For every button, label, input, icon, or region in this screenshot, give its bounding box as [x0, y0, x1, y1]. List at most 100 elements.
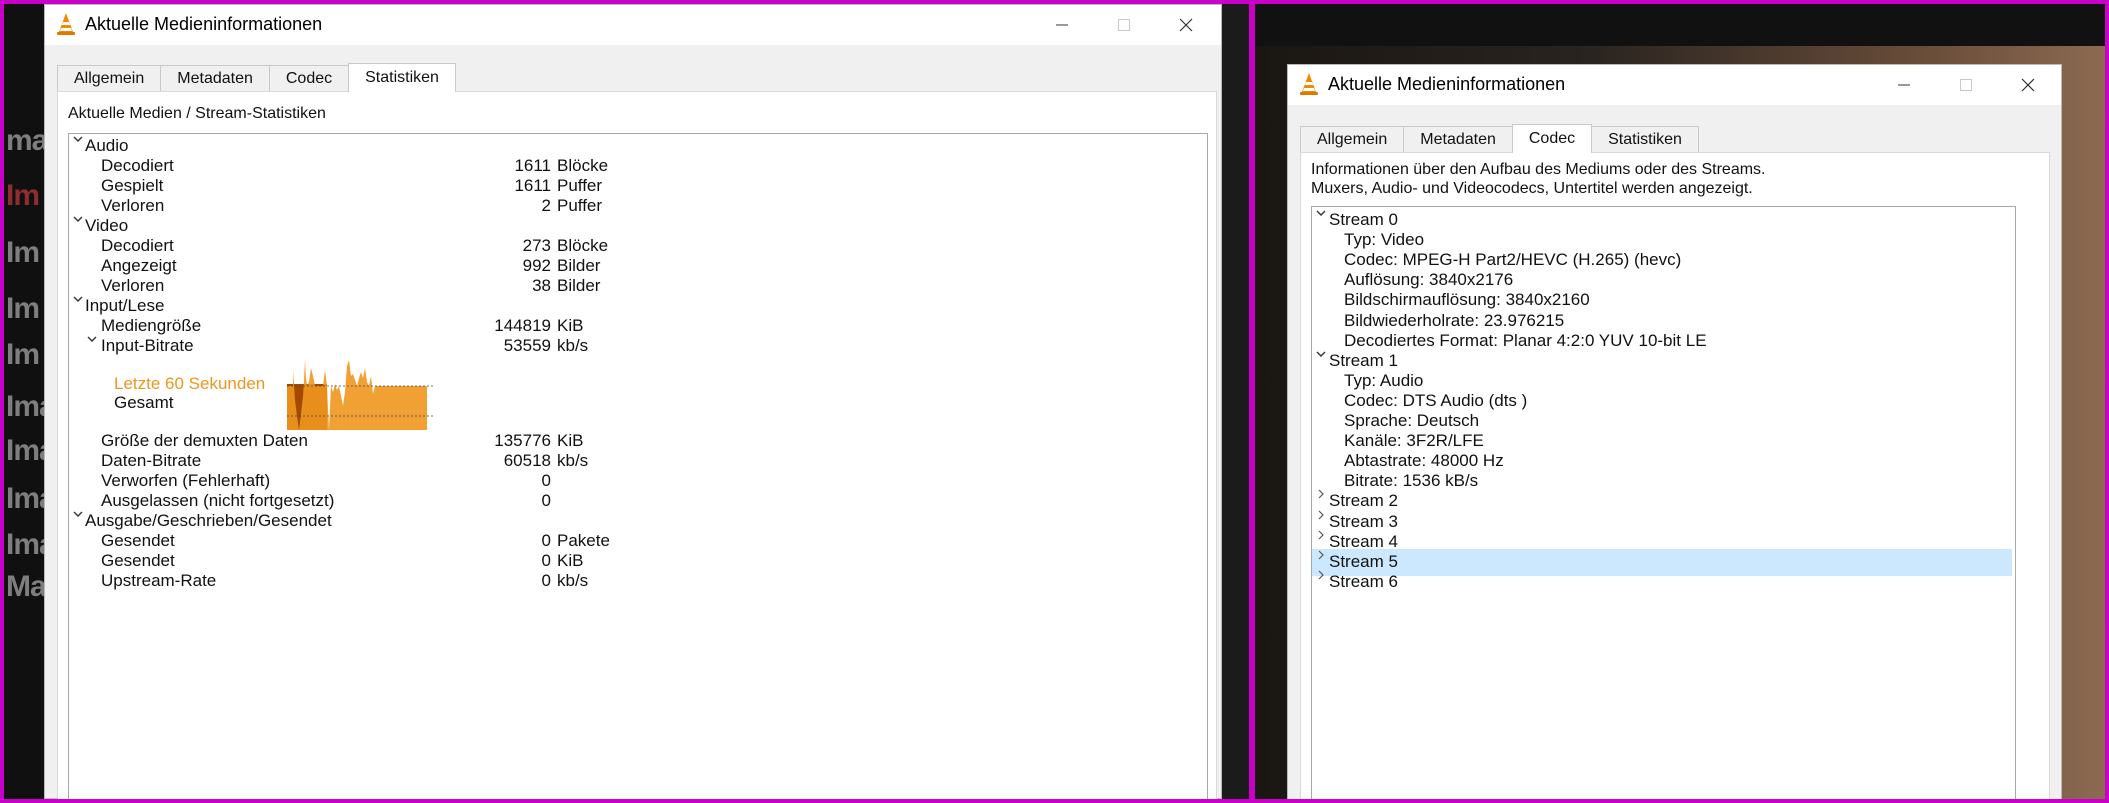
tab-bar: Allgemein Metadaten Codec Statistiken	[1300, 124, 1699, 153]
chevron-right-icon[interactable]	[1316, 489, 1326, 499]
stat-value: 1611	[514, 156, 551, 175]
stat-value: 1611	[514, 176, 551, 195]
stat-value: 0	[541, 571, 551, 590]
tab-bar: Allgemein Metadaten Codec Statistiken	[57, 63, 456, 92]
stat-row-input-bitrate[interactable]: Input-Bitrate 53559 kb/s	[69, 334, 669, 361]
background-text: Im	[6, 236, 40, 269]
stream-row[interactable]: Stream 6	[1312, 569, 2012, 596]
stat-value: 0	[541, 471, 551, 490]
left-screenshot-panel: magImImImImImaImaImaImaMa Aktuelle Medie…	[4, 4, 1249, 799]
group-label: Input/Lese	[85, 296, 165, 315]
media-info-window-codec: Aktuelle Medieninformationen Allgemein Me…	[1287, 64, 2062, 799]
tab-allgemein[interactable]: Allgemein	[1300, 126, 1405, 152]
stat-row-output[interactable]: Upstream-Rate 0 kb/s	[69, 569, 669, 596]
codec-stream-tree[interactable]: Stream 0 Typ: Video Codec: MPEG-H Part2/HE…	[1311, 206, 2016, 799]
video-top-bar	[1255, 4, 2105, 46]
minimize-icon	[1056, 24, 1068, 26]
title-bar[interactable]: Aktuelle Medieninformationen	[45, 5, 1221, 45]
stat-value: 273	[522, 236, 551, 255]
stat-label: Upstream-Rate	[101, 571, 217, 590]
tab-allgemein[interactable]: Allgemein	[57, 65, 162, 91]
stat-unit: Puffer	[557, 196, 603, 215]
stat-unit: Pakete	[557, 531, 610, 550]
maximize-button[interactable]	[1935, 65, 1997, 105]
chevron-down-icon[interactable]	[73, 134, 83, 144]
stat-value: 0	[541, 531, 551, 550]
background-text: Im	[6, 179, 40, 212]
chevron-right-icon[interactable]	[1316, 550, 1326, 560]
chevron-down-icon[interactable]	[73, 294, 83, 304]
tab-metadaten[interactable]: Metadaten	[1403, 126, 1513, 152]
minimize-button[interactable]	[1873, 65, 1935, 105]
stat-unit: KiB	[557, 431, 584, 450]
group-label: Audio	[85, 136, 129, 155]
graph-recent-area	[287, 360, 427, 430]
close-icon	[1179, 18, 1193, 32]
stat-label: Gesendet	[101, 551, 175, 570]
vlc-cone-icon	[57, 13, 75, 35]
chevron-down-icon[interactable]	[1316, 349, 1326, 359]
minimize-button[interactable]	[1031, 5, 1093, 45]
vlc-cone-icon	[1300, 73, 1318, 95]
maximize-icon	[1960, 79, 1972, 91]
input-bitrate-graph	[287, 360, 433, 430]
chevron-right-icon[interactable]	[1316, 530, 1326, 540]
tab-metadaten[interactable]: Metadaten	[160, 65, 270, 91]
stat-label: Verloren	[101, 276, 165, 295]
maximize-icon	[1118, 19, 1130, 31]
statistics-tree[interactable]: Letzte 60 Sekunden Gesamt Audio Decodiert…	[68, 133, 1208, 799]
stat-unit: kb/s	[557, 451, 589, 470]
stat-value: 144819	[494, 316, 551, 335]
stat-label: Größe der demuxten Daten	[101, 431, 308, 450]
chevron-down-icon[interactable]	[87, 334, 97, 344]
title-bar[interactable]: Aktuelle Medieninformationen	[1288, 65, 2061, 105]
stat-value: 38	[532, 276, 551, 295]
stat-unit: kb/s	[557, 336, 589, 355]
stat-value: 2	[541, 196, 551, 215]
window-title: Aktuelle Medieninformationen	[1328, 74, 1566, 94]
stat-unit: Blöcke	[557, 156, 609, 175]
graph-legend-recent: Letzte 60 Sekunden	[114, 374, 266, 393]
chevron-down-icon[interactable]	[1316, 208, 1326, 218]
stat-value: 135776	[494, 431, 551, 450]
stat-label: Verworfen (Fehlerhaft)	[101, 471, 271, 490]
stat-label: Angezeigt	[101, 256, 177, 275]
stat-label: Daten-Bitrate	[101, 451, 202, 470]
background-text: Ma	[6, 570, 47, 603]
tab-statistiken[interactable]: Statistiken	[1591, 126, 1699, 152]
codec-info-line-1: Informationen über den Aufbau des Medium…	[1311, 161, 1766, 178]
stat-unit: KiB	[557, 316, 584, 335]
chevron-right-icon[interactable]	[1316, 570, 1326, 580]
stat-value: 992	[522, 256, 551, 275]
background-text: Im	[6, 292, 40, 325]
stat-value: 60518	[503, 451, 551, 470]
close-button[interactable]	[1997, 65, 2059, 105]
statistics-tab-panel: Aktuelle Medien / Stream-Statistiken Let…	[57, 91, 1217, 799]
codec-tab-panel: Informationen über den Aufbau des Medium…	[1300, 152, 2050, 799]
stat-unit: kb/s	[557, 571, 589, 590]
stat-label: Decodiert	[101, 156, 174, 175]
window-title: Aktuelle Medieninformationen	[85, 14, 323, 34]
stat-unit: Blöcke	[557, 236, 609, 255]
close-button[interactable]	[1155, 5, 1217, 45]
section-title: Aktuelle Medien / Stream-Statistiken	[68, 105, 326, 122]
stat-label: Input-Bitrate	[101, 336, 194, 355]
tab-codec[interactable]: Codec	[1511, 124, 1593, 153]
chevron-down-icon[interactable]	[73, 509, 83, 519]
stat-label: Verloren	[101, 196, 165, 215]
codec-info-line-2: Muxers, Audio- und Videocodecs, Untertit…	[1311, 180, 1753, 197]
group-label: Video	[85, 216, 129, 235]
media-info-window-statistics: Aktuelle Medieninformationen Allgemein Me…	[44, 4, 1222, 799]
stat-value: 53559	[503, 336, 551, 355]
stat-value: 0	[541, 551, 551, 570]
chevron-right-icon[interactable]	[1316, 510, 1326, 520]
chevron-down-icon[interactable]	[73, 214, 83, 224]
stat-label: Ausgelassen (nicht fortgesetzt)	[101, 491, 335, 510]
tab-codec[interactable]: Codec	[268, 65, 350, 91]
tab-statistiken[interactable]: Statistiken	[348, 63, 456, 92]
minimize-icon	[1898, 84, 1910, 86]
stream-label: Stream 6	[1329, 571, 1398, 591]
graph-legend-total: Gesamt	[114, 393, 174, 412]
stat-label: Gesendet	[101, 531, 175, 550]
maximize-button[interactable]	[1093, 5, 1155, 45]
